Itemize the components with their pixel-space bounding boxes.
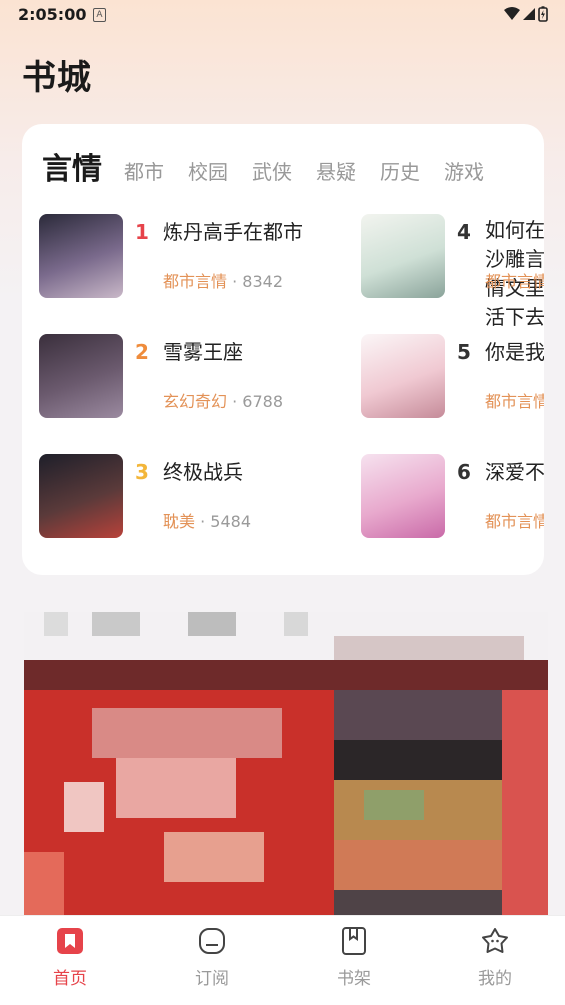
- rank-number: 6: [457, 460, 471, 484]
- promo-banner[interactable]: [24, 612, 548, 915]
- book-count: 8342: [242, 272, 283, 291]
- rank-number: 5: [457, 340, 471, 364]
- book-title: 炼丹高手在都市: [163, 220, 303, 244]
- tab-item[interactable]: 历史: [380, 156, 420, 185]
- book-genre: 耽美: [163, 512, 196, 531]
- system-status-icons: [504, 6, 548, 22]
- status-bar: 2:05:00 A: [0, 0, 565, 32]
- tab-item[interactable]: 校园: [188, 156, 228, 185]
- book-cover: [361, 214, 445, 298]
- meta-separator: ·: [195, 512, 211, 531]
- book-meta: 都市言情: [485, 388, 544, 412]
- inbox-icon: [199, 928, 225, 954]
- book-item[interactable]: 2 雪雾王座 玄幻奇幻 · 6788: [39, 334, 369, 418]
- tab-item[interactable]: 武侠: [252, 156, 292, 185]
- nav-label: 我的: [478, 969, 512, 989]
- book-icon: [342, 927, 366, 955]
- nav-label: 书架: [337, 969, 371, 989]
- clock: 2:05:00: [18, 5, 87, 24]
- pixelated-banner-image: [24, 612, 548, 915]
- tab-item[interactable]: 悬疑: [316, 156, 356, 185]
- book-title: 终极战兵: [163, 460, 243, 484]
- nav-subscribe[interactable]: 订阅: [152, 916, 272, 1005]
- a-letter-icon: A: [93, 8, 106, 22]
- rank-number: 1: [135, 220, 149, 244]
- book-genre: 都市言情: [485, 512, 544, 531]
- book-title: 你是我的: [485, 340, 544, 364]
- book-count: 6788: [242, 392, 283, 411]
- book-item[interactable]: 1 炼丹高手在都市 都市言情 · 8342: [39, 214, 369, 298]
- tab-active[interactable]: 言情: [42, 144, 102, 188]
- rank-number: 3: [135, 460, 149, 484]
- page-title: 书城: [22, 58, 92, 98]
- nav-home[interactable]: 首页: [10, 916, 130, 1005]
- book-meta: 都市言情: [485, 508, 544, 532]
- nav-mine[interactable]: 我的: [435, 916, 555, 1005]
- book-genre: 玄幻奇幻: [163, 392, 228, 411]
- star-face-icon: [482, 928, 508, 953]
- rank-number: 4: [457, 220, 471, 244]
- book-genre: 都市言情: [163, 272, 228, 291]
- wifi-icon: [504, 7, 520, 20]
- book-meta: 玄幻奇幻 · 6788: [163, 388, 283, 412]
- book-meta: 耽美 · 5484: [163, 508, 251, 532]
- nav-bookshelf[interactable]: 书架: [294, 916, 414, 1005]
- book-cover: [39, 334, 123, 418]
- book-genre: 都市言情: [485, 272, 544, 291]
- meta-separator: ·: [227, 272, 243, 291]
- book-meta: 都市言情 · 8342: [163, 268, 283, 292]
- tab-item[interactable]: 都市: [124, 156, 164, 185]
- book-item[interactable]: 5 你是我的 都市言情: [361, 334, 544, 418]
- rank-number: 2: [135, 340, 149, 364]
- book-item[interactable]: 4 如何在沙雕言情文里活下去 都市言情: [361, 214, 544, 329]
- battery-icon: [538, 6, 548, 22]
- book-cover: [361, 334, 445, 418]
- book-meta: 都市言情: [485, 268, 544, 292]
- bottom-nav: 首页 订阅 书架 我的: [0, 915, 565, 1005]
- ranking-card: 言情 都市 校园 武侠 悬疑 历史 游戏 1 炼丹高手在都市 都市言情 · 8342 2 雪…: [22, 124, 544, 575]
- book-item[interactable]: 3 终极战兵 耽美 · 5484: [39, 454, 369, 538]
- nav-label: 订阅: [195, 969, 229, 989]
- nav-label: 首页: [53, 969, 87, 989]
- book-cover: [361, 454, 445, 538]
- bookmark-home-icon: [57, 928, 83, 954]
- meta-separator: ·: [227, 392, 243, 411]
- book-cover: [39, 214, 123, 298]
- book-cover: [39, 454, 123, 538]
- cellular-icon: [523, 8, 535, 20]
- book-title: 雪雾王座: [163, 340, 243, 364]
- book-genre: 都市言情: [485, 392, 544, 411]
- tab-item[interactable]: 游戏: [444, 156, 484, 185]
- book-count: 5484: [210, 512, 251, 531]
- book-item[interactable]: 6 深爱不言情 都市言情: [361, 454, 544, 538]
- category-tabs: 言情 都市 校园 武侠 悬疑 历史 游戏: [42, 144, 508, 188]
- book-title: 深爱不言情: [485, 460, 544, 484]
